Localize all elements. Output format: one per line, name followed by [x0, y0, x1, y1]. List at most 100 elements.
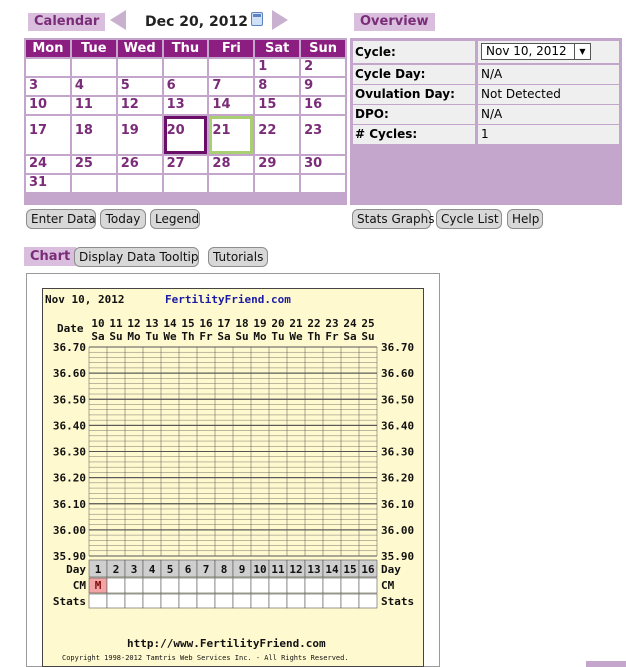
- menses-mark: M: [95, 579, 102, 592]
- date-tick-label: 24: [343, 317, 357, 330]
- cm-cell: [124, 577, 144, 594]
- stats-row-label-left: Stats: [53, 595, 86, 608]
- cm-cell: [232, 577, 252, 594]
- temp-label-left: 35.90: [53, 550, 86, 563]
- temp-label-right: 36.10: [381, 498, 414, 511]
- date-tick-label: 22: [307, 317, 320, 330]
- cm-cell: [214, 577, 234, 594]
- cm-row-label-left: CM: [73, 579, 87, 592]
- day-number-label: 15: [343, 563, 356, 576]
- temp-label-left: 36.50: [53, 393, 86, 406]
- temp-label-right: 36.50: [381, 393, 414, 406]
- temp-label-left: 36.10: [53, 498, 86, 511]
- date-tick-label: 10: [91, 317, 104, 330]
- temp-label-right: 36.30: [381, 446, 414, 459]
- weekday-tick-label: Su: [361, 330, 374, 343]
- day-number-label: 13: [307, 563, 320, 576]
- date-tick-label: 19: [253, 317, 266, 330]
- stats-cell: [124, 593, 144, 609]
- chart-url[interactable]: http://www.FertilityFriend.com: [127, 637, 326, 650]
- weekday-tick-label: Su: [109, 330, 122, 343]
- weekday-tick-label: Tu: [145, 330, 158, 343]
- temp-label-right: 36.60: [381, 367, 414, 380]
- day-row-label-left: Day: [66, 563, 86, 576]
- cm-cell: [322, 577, 342, 594]
- stats-cell: [286, 593, 306, 609]
- date-tick-label: 21: [289, 317, 303, 330]
- day-row-label-right: Day: [381, 563, 401, 576]
- stats-cell: [88, 593, 108, 609]
- day-number-label: 14: [325, 563, 339, 576]
- temp-label-left: 36.40: [53, 419, 86, 432]
- date-tick-label: 18: [235, 317, 248, 330]
- weekday-tick-label: Fr: [199, 330, 213, 343]
- date-tick-label: 15: [181, 317, 194, 330]
- day-number-label: 5: [167, 563, 174, 576]
- weekday-tick-label: Th: [307, 330, 320, 343]
- stats-cell: [304, 593, 324, 609]
- stats-cell: [232, 593, 252, 609]
- temp-label-left: 36.00: [53, 524, 86, 537]
- day-number-label: 4: [149, 563, 156, 576]
- weekday-tick-label: Su: [235, 330, 248, 343]
- cm-row-label-right: CM: [381, 579, 395, 592]
- date-tick-label: 11: [109, 317, 123, 330]
- day-number-label: 6: [185, 563, 192, 576]
- chart-grid-layer: 10 Sa 11 Su 12 Mo 13 Tu 14 We 15 Th 16 Fr 17 Sa 18 Su 19 Mo…: [0, 0, 626, 667]
- day-number-label: 12: [289, 563, 302, 576]
- cm-cell: [340, 577, 360, 594]
- date-tick-label: 25: [361, 317, 374, 330]
- stats-cell: [214, 593, 234, 609]
- cm-cell: [250, 577, 270, 594]
- cm-cell: [268, 577, 288, 594]
- cm-cell: [106, 577, 126, 594]
- day-number-label: 1: [95, 563, 102, 576]
- temp-label-left: 36.70: [53, 341, 86, 354]
- day-number-label: 7: [203, 563, 210, 576]
- day-number-label: 16: [361, 563, 375, 576]
- chart-copyright: Copyright 1998-2012 Tamtris Web Services…: [62, 654, 349, 662]
- stats-cell: [250, 593, 270, 609]
- date-tick-label: 14: [163, 317, 177, 330]
- date-tick-label: 13: [145, 317, 158, 330]
- chart-svg: 10Sa11Su12Mo13Tu14We15Th16Fr17Sa18Su19Mo…: [53, 317, 414, 609]
- weekday-tick-label: We: [163, 330, 177, 343]
- day-number-label: 11: [271, 563, 285, 576]
- date-tick-label: 20: [271, 317, 284, 330]
- date-tick-label: 17: [217, 317, 230, 330]
- cm-cell: [196, 577, 216, 594]
- temp-label-right: 36.70: [381, 341, 414, 354]
- temp-label-right: 36.00: [381, 524, 414, 537]
- stats-row-label-right: Stats: [381, 595, 414, 608]
- temp-label-right: 35.90: [381, 550, 414, 563]
- day-number-label: 9: [239, 563, 246, 576]
- stats-cell: [160, 593, 180, 609]
- stats-cell: [106, 593, 126, 609]
- cm-cell: [142, 577, 162, 594]
- date-tick-label: 23: [325, 317, 338, 330]
- weekday-tick-label: Sa: [217, 330, 230, 343]
- weekday-tick-label: Fr: [325, 330, 339, 343]
- cm-cell: [286, 577, 306, 594]
- stats-cell: [178, 593, 198, 609]
- weekday-tick-label: We: [289, 330, 303, 343]
- date-tick-label: 12: [127, 317, 140, 330]
- day-number-label: 8: [221, 563, 228, 576]
- stats-cell: [340, 593, 360, 609]
- date-tick-label: 16: [199, 317, 213, 330]
- panel-edge: [586, 661, 626, 667]
- stats-cell: [142, 593, 162, 609]
- temp-label-right: 36.40: [381, 419, 414, 432]
- weekday-tick-label: Mo: [127, 330, 141, 343]
- weekday-tick-label: Th: [181, 330, 194, 343]
- weekday-tick-label: Sa: [91, 330, 104, 343]
- cm-cell: [178, 577, 198, 594]
- temp-label-left: 36.60: [53, 367, 86, 380]
- cm-cell: [304, 577, 324, 594]
- cm-cell: [358, 577, 378, 594]
- stats-cell: [196, 593, 216, 609]
- day-number-label: 3: [131, 563, 138, 576]
- stats-cell: [268, 593, 288, 609]
- temp-label-left: 36.20: [53, 472, 86, 485]
- stats-cell: [358, 593, 378, 609]
